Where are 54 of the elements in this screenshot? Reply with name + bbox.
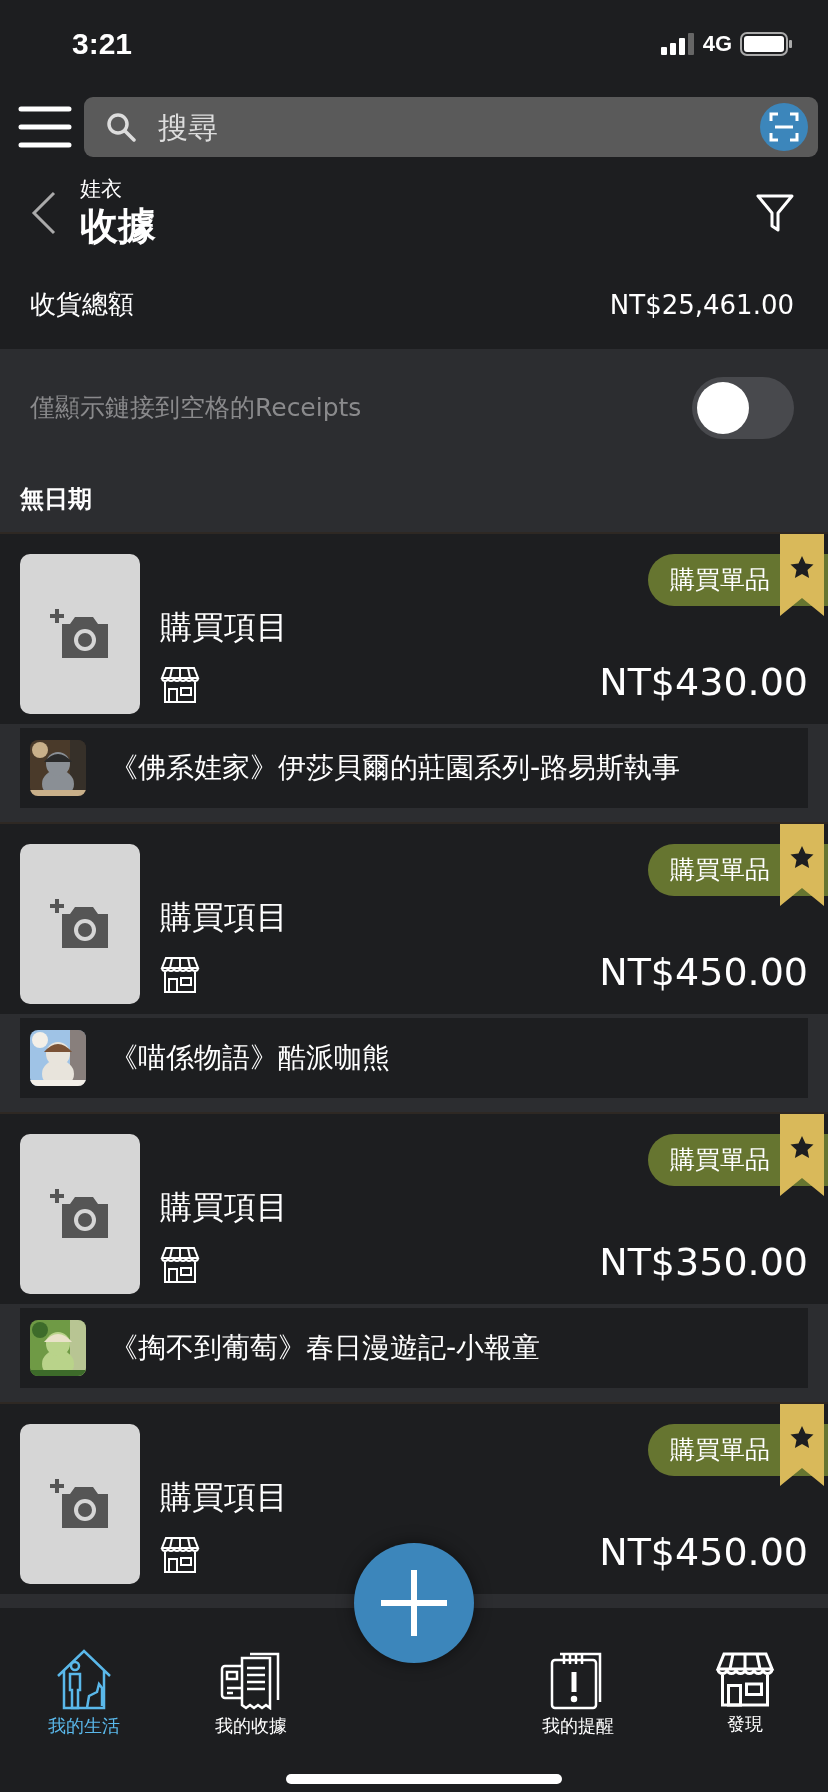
receipt-title: 購買項目: [160, 607, 289, 648]
receipt-title: 購買項目: [160, 1477, 289, 1518]
search-field[interactable]: 搜尋: [156, 108, 740, 146]
receipt-title: 購買項目: [160, 897, 289, 938]
receipt-price: NT$430.00: [599, 660, 808, 704]
linked-item-row[interactable]: 《掏不到葡萄》春日漫遊記-小報童: [20, 1308, 808, 1388]
add-photo-button[interactable]: [20, 554, 140, 714]
total-amount: NT$25,461.00: [609, 289, 794, 320]
receipt-card[interactable]: 購買項目 購買單品 NT$450.00: [0, 1402, 828, 1594]
linked-item-title: 《喵係物語》酷派咖熊: [110, 1040, 390, 1076]
tab-item[interactable]: 我的提醒: [494, 1648, 661, 1740]
bookmark-star-icon[interactable]: [780, 824, 824, 906]
store-icon: [160, 954, 200, 994]
receipt-price: NT$350.00: [599, 1240, 808, 1284]
header-subtitle: 娃衣: [80, 175, 123, 202]
signal-icon: [660, 33, 695, 56]
linked-item-title: 《掏不到葡萄》春日漫遊記-小報童: [110, 1330, 541, 1366]
add-photo-button[interactable]: [20, 1134, 140, 1294]
network-label: 4G: [702, 31, 732, 58]
tab-item[interactable]: 我的生活: [0, 1648, 167, 1740]
page-title: 收據: [80, 202, 157, 250]
store-icon: [160, 1244, 200, 1284]
total-label: 收貨總額: [30, 288, 134, 322]
bookmark-star-icon[interactable]: [780, 1404, 824, 1486]
receipt-card[interactable]: 購買項目 購買單品 NT$450.00: [0, 822, 828, 1014]
battery-icon: [740, 32, 792, 57]
tab-item[interactable]: 我的收據: [167, 1648, 334, 1740]
menu-button[interactable]: [18, 105, 72, 150]
menu-icon: [18, 105, 72, 150]
linked-item-title: 《佛系娃家》伊莎貝爾的莊園系列-路易斯執事: [110, 750, 681, 786]
search-icon: [106, 112, 136, 143]
receipt-price: NT$450.00: [599, 950, 808, 994]
filter-icon: [756, 192, 794, 233]
scan-icon: [769, 112, 799, 143]
receipt-card[interactable]: 購買項目 購買單品 NT$350.00: [0, 1112, 828, 1304]
receipt-card[interactable]: 購買項目 購買單品 NT$430.00: [0, 532, 828, 724]
store-icon: [160, 664, 200, 704]
section-header: 無日期: [19, 484, 93, 515]
filter-label: 僅顯示鏈接到空格的Receipts: [30, 392, 362, 424]
scan-button[interactable]: [760, 103, 808, 152]
status-time: 3:21: [72, 27, 133, 62]
plus-icon: [381, 1570, 447, 1636]
bookmark-star-icon[interactable]: [780, 1114, 824, 1196]
add-photo-button[interactable]: [20, 844, 140, 1004]
tab-item[interactable]: 發現: [661, 1648, 828, 1740]
add-photo-button[interactable]: [20, 1424, 140, 1584]
filter-button[interactable]: [756, 192, 794, 233]
store-icon: [160, 1534, 200, 1574]
linked-item-row[interactable]: 《佛系娃家》伊莎貝爾的莊園系列-路易斯執事: [20, 728, 808, 808]
linked-item-row[interactable]: 《喵係物語》酷派咖熊: [20, 1018, 808, 1098]
receipt-title: 購買項目: [160, 1187, 289, 1228]
bookmark-star-icon[interactable]: [780, 534, 824, 616]
receipt-price: NT$450.00: [599, 1530, 808, 1574]
search-bar[interactable]: 搜尋: [84, 97, 818, 158]
